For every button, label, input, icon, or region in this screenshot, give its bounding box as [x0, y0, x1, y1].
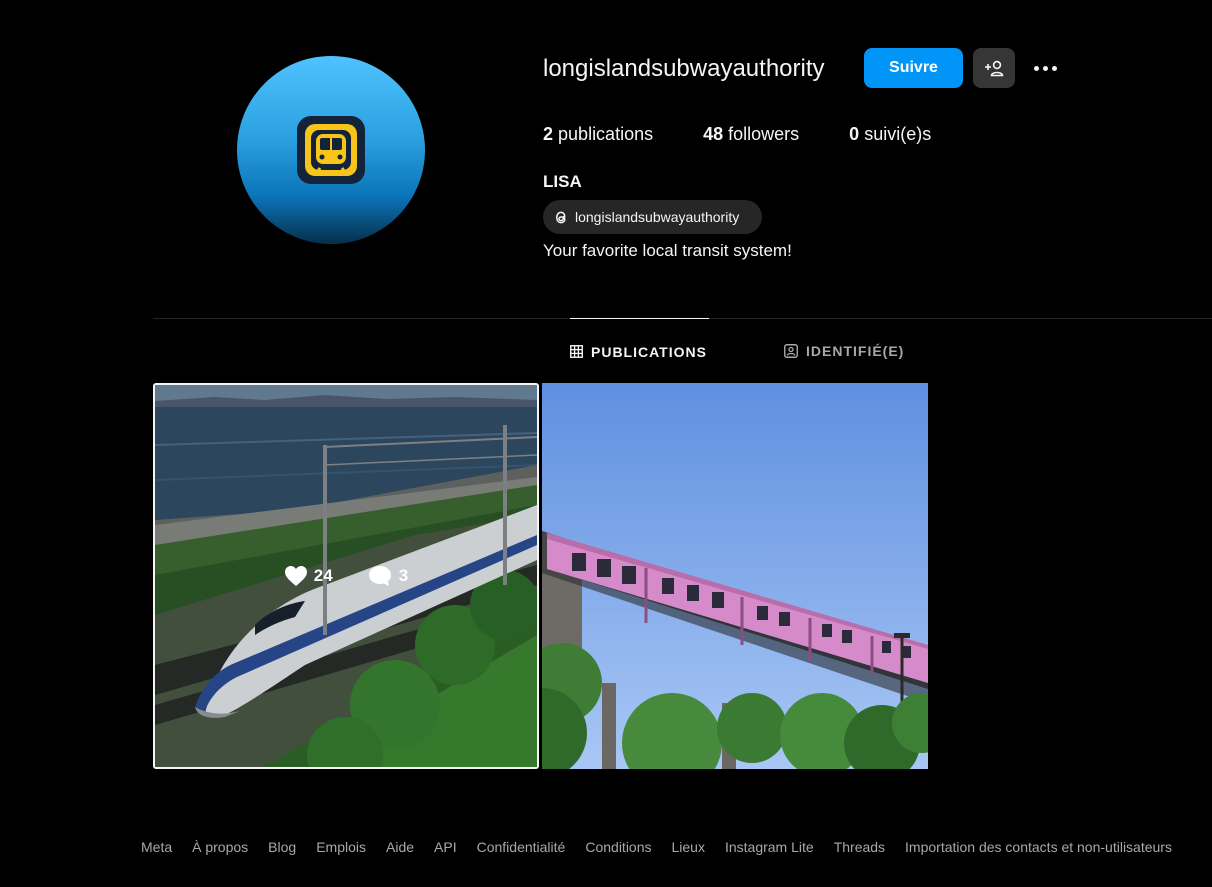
more-options-icon[interactable] [1026, 50, 1064, 86]
threads-link[interactable]: longislandsubwayauthority [543, 200, 762, 234]
followers-count[interactable]: 48 followers [703, 124, 799, 145]
footer: Meta À propos Blog Emplois Aide API Conf… [141, 839, 1172, 855]
tab-publications-label: PUBLICATIONS [591, 343, 707, 360]
tab-publications[interactable]: PUBLICATIONS [570, 318, 709, 384]
footer-link-privacy[interactable]: Confidentialité [477, 839, 566, 855]
footer-link-api[interactable]: API [434, 839, 457, 855]
post-thumbnail[interactable] [542, 383, 928, 769]
footer-link-contact-uploading[interactable]: Importation des contacts et non-utilisat… [905, 839, 1172, 855]
following-count[interactable]: 0 suivi(e)s [849, 124, 931, 145]
footer-link-meta[interactable]: Meta [141, 839, 172, 855]
footer-link-instagram-lite[interactable]: Instagram Lite [725, 839, 814, 855]
post-hover-overlay: 24 3 [155, 385, 537, 767]
footer-link-locations[interactable]: Lieux [672, 839, 705, 855]
footer-link-about[interactable]: À propos [192, 839, 248, 855]
profile-page: longislandsubwayauthority Suivre 2 publi… [0, 0, 1212, 887]
comment-icon [368, 566, 391, 586]
footer-link-threads[interactable]: Threads [834, 839, 885, 855]
profile-username: longislandsubwayauthority [543, 55, 825, 82]
profile-full-name: LISA [543, 172, 582, 191]
comments-count: 3 [398, 566, 409, 585]
footer-link-help[interactable]: Aide [386, 839, 414, 855]
suggested-accounts-button[interactable] [973, 48, 1015, 88]
threads-icon [556, 211, 566, 223]
profile-stats: 2 publications 48 followers 0 suivi(e)s [543, 124, 981, 145]
subway-logo-icon [297, 116, 365, 184]
posts-count[interactable]: 2 publications [543, 124, 653, 145]
post-likes: 24 [284, 565, 333, 587]
profile-avatar[interactable] [237, 56, 425, 244]
likes-count: 24 [313, 566, 333, 585]
tab-tagged[interactable]: IDENTIFIÉ(E) [784, 318, 904, 384]
heart-icon [284, 566, 307, 586]
post-thumbnail[interactable]: 24 3 [153, 383, 539, 769]
follow-button[interactable]: Suivre [864, 48, 963, 88]
footer-link-terms[interactable]: Conditions [585, 839, 651, 855]
grid-icon [570, 345, 583, 358]
post-comments: 3 [367, 564, 408, 588]
footer-link-blog[interactable]: Blog [268, 839, 296, 855]
tab-tagged-label: IDENTIFIÉ(E) [806, 343, 905, 359]
tagged-icon [784, 344, 798, 358]
threads-handle: longislandsubwayauthority [575, 209, 740, 225]
footer-link-jobs[interactable]: Emplois [316, 839, 366, 855]
add-person-icon [985, 60, 1004, 77]
pink-train-photo [542, 383, 928, 769]
profile-bio: Your favorite local transit system! [543, 241, 792, 260]
